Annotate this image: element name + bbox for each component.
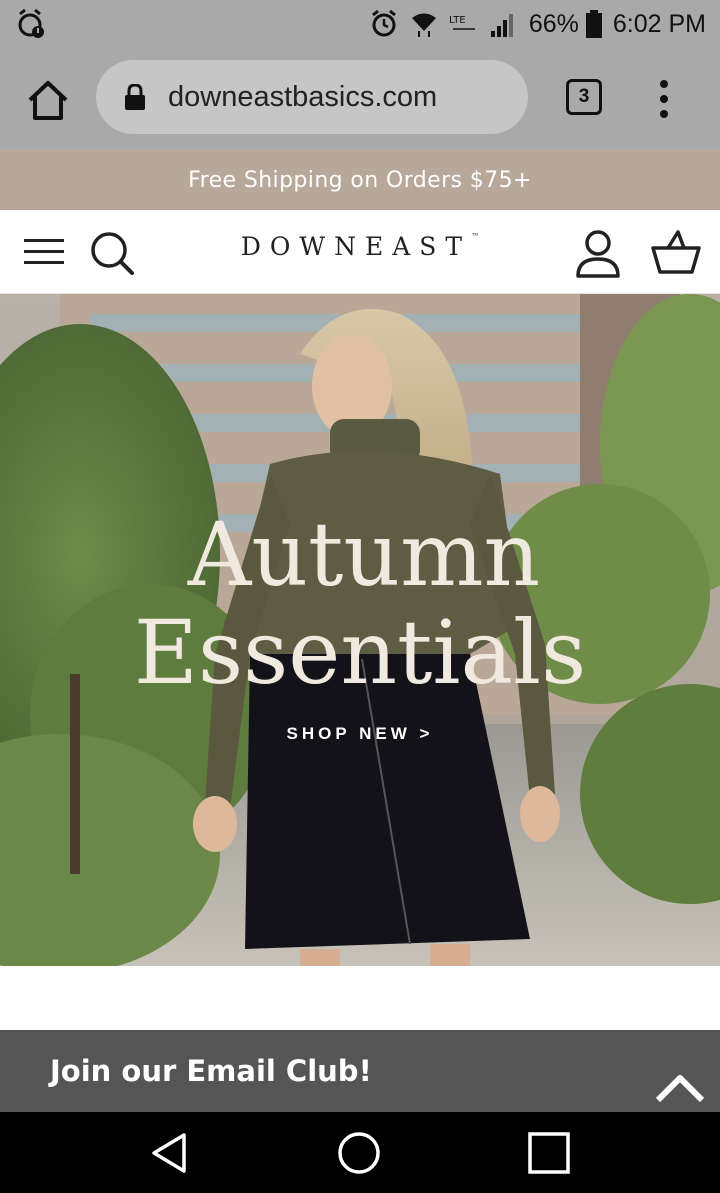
battery-percent: 66%: [528, 9, 579, 38]
system-nav-bar: [0, 1112, 720, 1193]
hero-title-line-2: Essentials: [133, 601, 587, 704]
site-logo[interactable]: DOWNEAST™: [200, 232, 520, 261]
email-club-bar[interactable]: Join our Email Club!: [0, 1030, 720, 1112]
search-icon[interactable]: [88, 229, 136, 277]
site-header: DOWNEAST™: [0, 210, 720, 294]
url-text: downeastbasics.com: [168, 80, 438, 113]
chevron-up-icon[interactable]: [654, 1072, 706, 1104]
alarm-icon: [371, 9, 396, 37]
hero-title-line-1: Autumn: [187, 503, 541, 606]
browser-toolbar: downeastbasics.com 3: [0, 48, 720, 150]
shop-new-link[interactable]: SHOP NEW >: [260, 724, 460, 754]
hero-title: Autumn Essentials: [0, 506, 720, 702]
svg-text:LTE: LTE: [449, 15, 466, 26]
lock-icon: [125, 84, 145, 110]
home-circle-icon[interactable]: [336, 1130, 382, 1176]
back-icon[interactable]: [146, 1130, 192, 1176]
wifi-icon: [411, 13, 436, 37]
cart-icon[interactable]: [650, 228, 702, 280]
hamburger-menu-icon[interactable]: [24, 236, 64, 268]
logo-text: DOWNEAST: [240, 232, 472, 261]
alarm-clock-icon: [18, 8, 44, 38]
recent-apps-icon[interactable]: [526, 1130, 572, 1176]
battery-icon: [585, 10, 602, 38]
tab-switcher-button[interactable]: 3: [566, 79, 602, 115]
shipping-text: Free Shipping on Orders $75+: [188, 167, 532, 193]
address-bar[interactable]: downeastbasics.com: [96, 60, 528, 134]
email-club-label: Join our Email Club!: [50, 1054, 372, 1088]
lte-icon: LTE: [449, 15, 475, 30]
shipping-banner: Free Shipping on Orders $75+: [0, 150, 720, 210]
battery-indicator: 66%: [529, 9, 603, 39]
account-icon[interactable]: [574, 228, 622, 280]
signal-icon: [490, 14, 513, 37]
hero-banner[interactable]: Autumn Essentials SHOP NEW >: [0, 294, 720, 966]
tab-count: 3: [578, 86, 590, 107]
clock: 6:02 PM: [612, 9, 706, 38]
logo-trademark: ™: [471, 232, 480, 241]
more-vert-icon[interactable]: [650, 76, 678, 122]
status-bar: LTE 66% 6:02 PM: [0, 0, 720, 48]
content-spacer: [0, 966, 720, 1030]
home-icon[interactable]: [24, 76, 72, 124]
